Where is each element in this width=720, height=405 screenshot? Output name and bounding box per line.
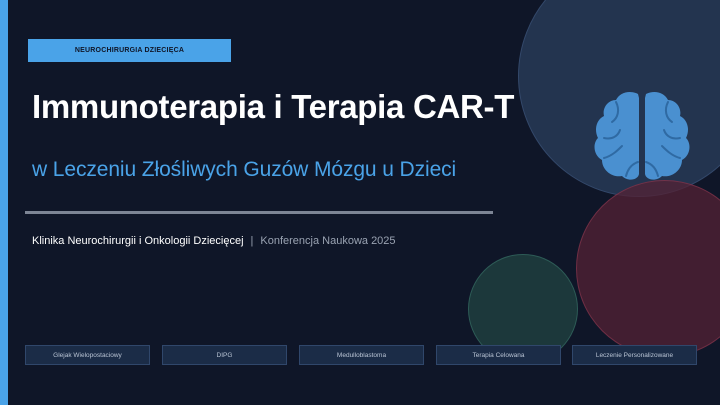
conference-name: Konferencja Naukowa 2025 <box>260 235 396 247</box>
tag-leczenie-personalizowane: Leczenie Personalizowane <box>572 345 697 365</box>
tag-glejak: Glejak Wielopostaciowy <box>25 345 150 365</box>
category-label: NEUROCHIRURGIA DZIECIĘCA <box>28 39 231 62</box>
meta-separator: | <box>250 235 254 247</box>
decorative-circle-red <box>576 180 720 357</box>
slide-subtitle: w Leczeniu Złośliwych Guzów Mózgu u Dzie… <box>32 158 457 181</box>
institution-name: Klinika Neurochirurgii i Onkologii Dziec… <box>32 235 244 247</box>
accent-bar <box>0 0 8 405</box>
tag-dipg: DIPG <box>162 345 287 365</box>
tag-medulloblastoma: Medulloblastoma <box>299 345 424 365</box>
slide: NEUROCHIRURGIA DZIECIĘCA Immunoterapia i… <box>0 0 720 405</box>
brain-icon <box>594 92 690 180</box>
divider <box>25 211 493 214</box>
slide-title: Immunoterapia i Terapia CAR-T <box>32 88 515 125</box>
tag-terapia-celowana: Terapia Celowana <box>436 345 561 365</box>
meta-line: Klinika Neurochirurgii i Onkologii Dziec… <box>32 235 396 247</box>
